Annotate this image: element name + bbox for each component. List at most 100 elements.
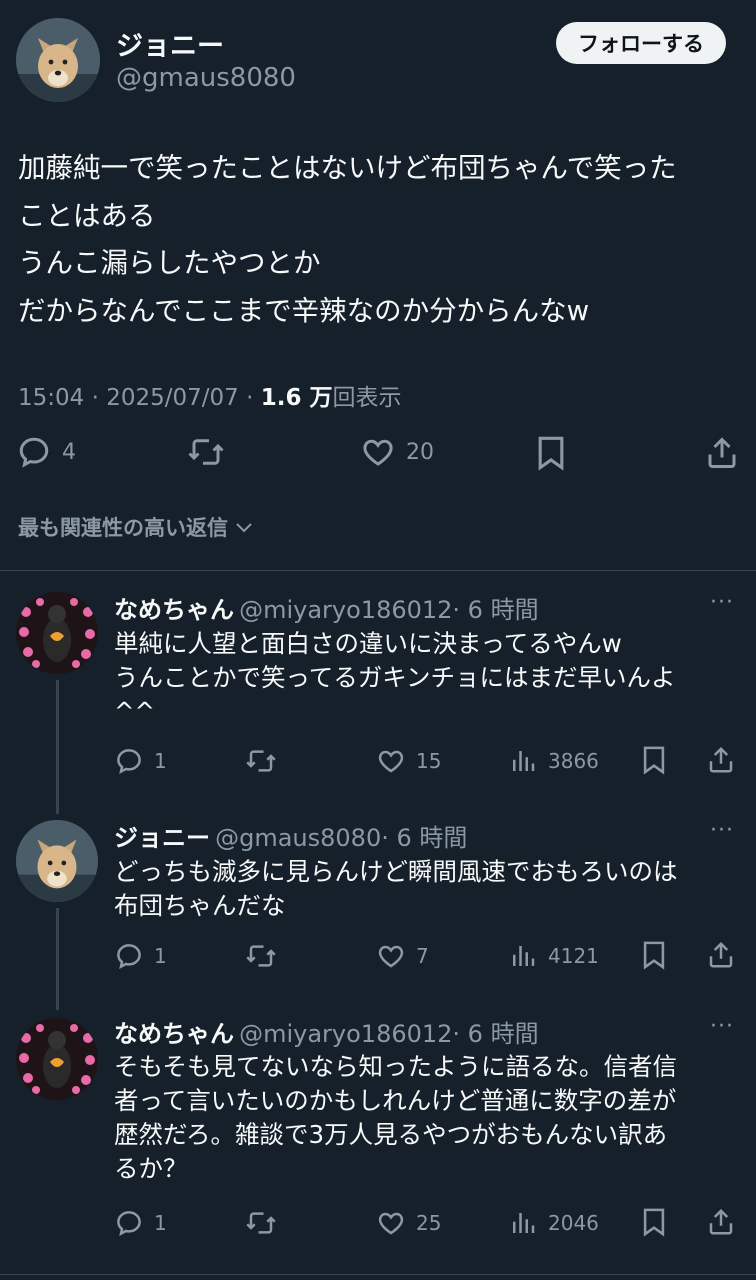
avatar[interactable] (16, 592, 98, 674)
tweet-meta: 15:04 · 2025/07/07 · 1.6 万回表示 (18, 378, 401, 412)
avatar[interactable] (16, 18, 100, 102)
chevron-down-icon (232, 515, 256, 539)
reply-button[interactable]: 4 (16, 434, 76, 470)
reply-author-handle[interactable]: @miyaryo186012 (239, 596, 452, 624)
reply-text: 単純に人望と面白さの違いに決まってるやんw うんことかで笑ってるガキンチョにはま… (114, 627, 676, 729)
like-button[interactable]: 7 (376, 941, 429, 971)
author-name[interactable]: ジョニー (116, 24, 224, 63)
view-label: 回表示 (332, 385, 402, 411)
share-button[interactable] (704, 434, 740, 472)
tweet-text-line: 加藤純一で笑ったことはないけど布団ちゃんで笑った (18, 152, 677, 184)
more-options-icon[interactable]: ··· (710, 1014, 734, 1039)
thread-line (56, 908, 59, 1010)
sort-label: 最も関連性の高い返信 (18, 516, 228, 540)
view-count: 4121 (548, 944, 599, 968)
author-handle[interactable]: @gmaus8080 (116, 63, 296, 93)
bookmark-icon (640, 1206, 668, 1238)
bookmark-button[interactable] (534, 434, 568, 472)
share-icon (706, 1206, 736, 1238)
bookmark-button[interactable] (640, 939, 668, 971)
reply-text: どっちも滅多に見らんけど瞬間風速でおもろいのは 布団ちゃんだな (114, 855, 678, 923)
reply-button[interactable]: 1 (114, 1208, 167, 1238)
like-button[interactable]: 20 (360, 434, 434, 470)
retweet-button[interactable] (186, 434, 226, 470)
reply-icon (114, 746, 144, 776)
heart-icon (376, 746, 406, 776)
share-icon (704, 434, 740, 472)
reply-timestamp[interactable]: · 6 時間 (452, 1020, 538, 1048)
bookmark-icon (534, 434, 568, 472)
reply-sort-selector[interactable]: 最も関連性の高い返信 (18, 512, 256, 542)
bookmark-button[interactable] (640, 1206, 668, 1238)
retweet-button[interactable] (244, 746, 278, 776)
reply-button[interactable]: 1 (114, 941, 167, 971)
like-button[interactable]: 25 (376, 1208, 441, 1238)
reply-header: なめちゃん @miyaryo186012· 6 時間 (114, 590, 539, 625)
reply-author-handle[interactable]: @gmaus8080 (215, 824, 381, 852)
reply-text-line: るか？ (114, 1154, 188, 1183)
retweet-button[interactable] (244, 941, 278, 971)
views-button[interactable]: 3866 (508, 746, 599, 776)
reply-icon (16, 434, 52, 470)
tweet-text-line: だからなんでここまで辛辣なのか分からんなw (18, 294, 590, 327)
reply-text-line: 単純に人望と面白さの違いに決まってるやんw (114, 629, 622, 658)
views-icon (508, 941, 538, 971)
tweet-timestamp[interactable]: 15:04 · 2025/07/07 · (18, 385, 261, 411)
share-button[interactable] (706, 744, 736, 776)
reply-count: 1 (154, 944, 167, 968)
tweet-text: 加藤純一で笑ったことはないけど布団ちゃんで笑った ことはある うんこ漏らしたやつ… (18, 145, 677, 335)
like-button[interactable]: 15 (376, 746, 441, 776)
views-icon (508, 746, 538, 776)
retweet-icon (244, 746, 278, 776)
retweet-icon (186, 434, 226, 470)
share-icon (706, 744, 736, 776)
reply-author-name[interactable]: なめちゃん (114, 1020, 234, 1048)
share-button[interactable] (706, 939, 736, 971)
reply-header: ジョニー @gmaus8080· 6 時間 (114, 818, 467, 853)
views-button[interactable]: 2046 (508, 1208, 599, 1238)
avatar[interactable] (16, 820, 98, 902)
reply-count: 1 (154, 1211, 167, 1235)
reply-text-line: ^^ (114, 697, 156, 726)
reply-icon (114, 941, 144, 971)
reply-text-line: そもそも見てないなら知ったように語るな。信者信 (114, 1052, 678, 1081)
reply-author-handle[interactable]: @miyaryo186012 (239, 1020, 452, 1048)
view-count: 1.6 万 (260, 385, 333, 411)
reply-button[interactable]: 1 (114, 746, 167, 776)
views-button[interactable]: 4121 (508, 941, 599, 971)
like-count: 25 (416, 1211, 442, 1235)
thread-line (56, 680, 59, 814)
tweet-text-line: ことはある (18, 199, 156, 232)
avatar[interactable] (16, 1018, 98, 1100)
reply-count: 4 (62, 439, 76, 465)
more-options-icon[interactable]: ··· (710, 590, 734, 615)
reply-text-line: 歴然だろ。雑談で3万人見るやつがおもんない訳あ (114, 1120, 668, 1149)
share-button[interactable] (706, 1206, 736, 1238)
more-options-icon[interactable]: ··· (710, 818, 734, 843)
like-count: 7 (416, 944, 429, 968)
bookmark-icon (640, 744, 668, 776)
reply-author-name[interactable]: なめちゃん (114, 596, 234, 624)
reply-text-line: 者って言いたいのかもしれんけど普通に数字の差が (114, 1086, 677, 1115)
reply-timestamp[interactable]: · 6 時間 (381, 824, 467, 852)
like-count: 15 (416, 749, 442, 773)
retweet-icon (244, 1208, 278, 1238)
bookmark-button[interactable] (640, 744, 668, 776)
heart-icon (376, 1208, 406, 1238)
reply-text-line: うんことかで笑ってるガキンチョにはまだ早いんよ (114, 663, 676, 692)
follow-button[interactable]: フォローする (556, 22, 726, 64)
reply-timestamp[interactable]: · 6 時間 (452, 596, 538, 624)
like-count: 20 (406, 439, 434, 465)
view-count: 3866 (548, 749, 599, 773)
share-icon (706, 939, 736, 971)
retweet-button[interactable] (244, 1208, 278, 1238)
reply-author-name[interactable]: ジョニー (114, 824, 210, 852)
views-icon (508, 1208, 538, 1238)
heart-icon (360, 434, 396, 470)
reply-count: 1 (154, 749, 167, 773)
divider (0, 570, 756, 571)
reply-text-line: 布団ちゃんだな (114, 891, 286, 920)
view-count: 2046 (548, 1211, 599, 1235)
reply-header: なめちゃん @miyaryo186012· 6 時間 (114, 1014, 539, 1049)
heart-icon (376, 941, 406, 971)
